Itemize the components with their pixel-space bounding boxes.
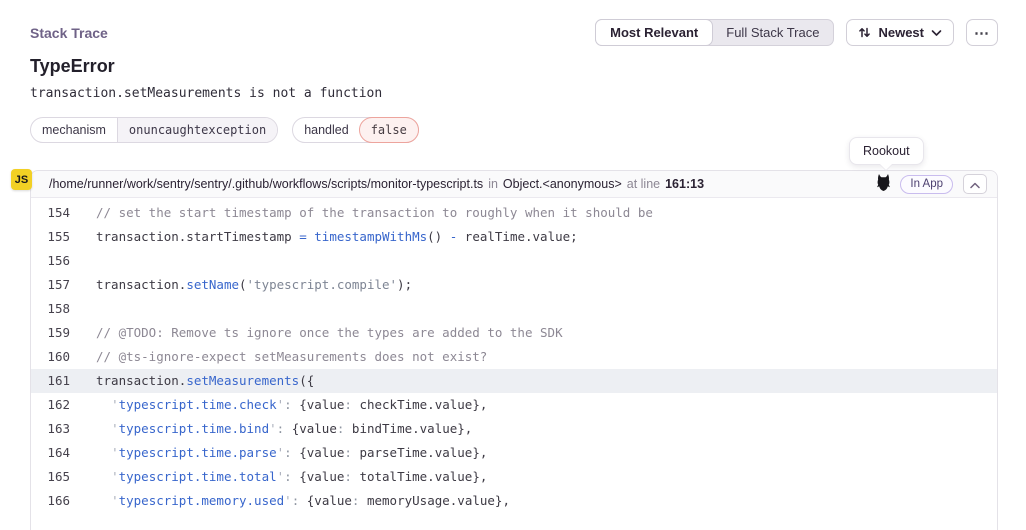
stack-frame: JS /home/runner/work/sentry/sentry/.gith… <box>30 170 998 530</box>
line-source <box>75 249 96 273</box>
view-toggle: Most Relevant Full Stack Trace <box>595 19 834 46</box>
frame-line-number: 161:13 <box>665 177 704 191</box>
code-line: 165 'typescript.time.total': {value: tot… <box>31 465 997 489</box>
frame-file-path: /home/runner/work/sentry/sentry/.github/… <box>49 177 483 191</box>
line-source: transaction.startTimestamp = timestampWi… <box>75 225 578 249</box>
frame-header-actions: In App <box>877 174 987 194</box>
line-number: 166 <box>31 489 75 513</box>
line-number: 154 <box>31 201 75 225</box>
line-source: // set the start timestamp of the transa… <box>75 201 653 225</box>
code-line: 155transaction.startTimestamp = timestam… <box>31 225 997 249</box>
tag-list: mechanism onuncaughtexception handled fa… <box>30 117 419 143</box>
code-line: 162 'typescript.time.check': {value: che… <box>31 393 997 417</box>
rookout-tooltip-label: Rookout <box>863 144 910 158</box>
code-line: 156 <box>31 249 997 273</box>
tag-key: mechanism <box>31 118 117 142</box>
line-number: 165 <box>31 465 75 489</box>
chevron-up-icon <box>970 177 980 192</box>
line-number: 158 <box>31 297 75 321</box>
line-source: transaction.setMeasurements({ <box>75 369 314 393</box>
line-number: 164 <box>31 441 75 465</box>
frame-in-word: in <box>488 177 498 191</box>
line-source: 'typescript.time.check': {value: checkTi… <box>75 393 487 417</box>
line-source: 'typescript.memory.used': {value: memory… <box>75 489 510 513</box>
code-line: 164 'typescript.time.parse': {value: par… <box>31 441 997 465</box>
frame-header[interactable]: /home/runner/work/sentry/sentry/.github/… <box>31 171 997 198</box>
code-line-active: 161transaction.setMeasurements({ <box>31 369 997 393</box>
view-toggle-most-relevant[interactable]: Most Relevant <box>595 19 713 46</box>
view-toggle-full-stack-trace[interactable]: Full Stack Trace <box>712 20 833 45</box>
in-app-badge: In App <box>900 175 953 194</box>
code-line: 160// @ts-ignore-expect setMeasurements … <box>31 345 997 369</box>
line-number: 159 <box>31 321 75 345</box>
toolbar: Most Relevant Full Stack Trace Newest ⋯ <box>595 19 998 46</box>
page-title: Stack Trace <box>30 25 108 41</box>
code-line: 163 'typescript.time.bind': {value: bind… <box>31 417 997 441</box>
line-source: // @TODO: Remove ts ignore once the type… <box>75 321 563 345</box>
sort-button[interactable]: Newest <box>846 19 954 46</box>
tag-value: onuncaughtexception <box>117 118 277 142</box>
error-type-title: TypeError <box>30 56 115 77</box>
line-number: 160 <box>31 345 75 369</box>
line-number: 155 <box>31 225 75 249</box>
code-line: 166 'typescript.memory.used': {value: me… <box>31 489 997 513</box>
frame-at-line-word: at line <box>627 177 660 191</box>
rookout-icon <box>877 174 890 194</box>
error-message: transaction.setMeasurements is not a fun… <box>30 86 382 101</box>
chevron-down-icon <box>931 29 942 37</box>
frame-function-name: Object.<anonymous> <box>503 177 622 191</box>
tag-key: handled <box>293 118 360 142</box>
more-options-button[interactable]: ⋯ <box>966 19 998 46</box>
line-source: 'typescript.time.parse': {value: parseTi… <box>75 441 487 465</box>
line-source: // @ts-ignore-expect setMeasurements doe… <box>75 345 487 369</box>
line-number: 163 <box>31 417 75 441</box>
sort-button-label: Newest <box>878 25 924 40</box>
rookout-tooltip: Rookout <box>849 137 924 165</box>
code-line: 157transaction.setName('typescript.compi… <box>31 273 997 297</box>
javascript-platform-icon: JS <box>11 169 32 190</box>
code-line: 158 <box>31 297 997 321</box>
tag-handled[interactable]: handled false <box>292 117 419 143</box>
code-line: 159// @TODO: Remove ts ignore once the t… <box>31 321 997 345</box>
ellipsis-icon: ⋯ <box>974 24 990 42</box>
frame-title: /home/runner/work/sentry/sentry/.github/… <box>49 177 704 191</box>
code-line: 154// set the start timestamp of the tra… <box>31 201 997 225</box>
line-source <box>75 297 96 321</box>
code-context: 154// set the start timestamp of the tra… <box>31 198 997 513</box>
rookout-button[interactable] <box>877 174 890 194</box>
line-number: 162 <box>31 393 75 417</box>
line-source: 'typescript.time.bind': {value: bindTime… <box>75 417 472 441</box>
line-source: transaction.setName('typescript.compile'… <box>75 273 412 297</box>
sort-arrows-icon <box>858 26 871 39</box>
line-source: 'typescript.time.total': {value: totalTi… <box>75 465 487 489</box>
line-number: 157 <box>31 273 75 297</box>
collapse-frame-button[interactable] <box>963 174 987 194</box>
line-number: 161 <box>31 369 75 393</box>
line-number: 156 <box>31 249 75 273</box>
tag-value-danger: false <box>359 117 419 143</box>
tag-mechanism[interactable]: mechanism onuncaughtexception <box>30 117 278 143</box>
